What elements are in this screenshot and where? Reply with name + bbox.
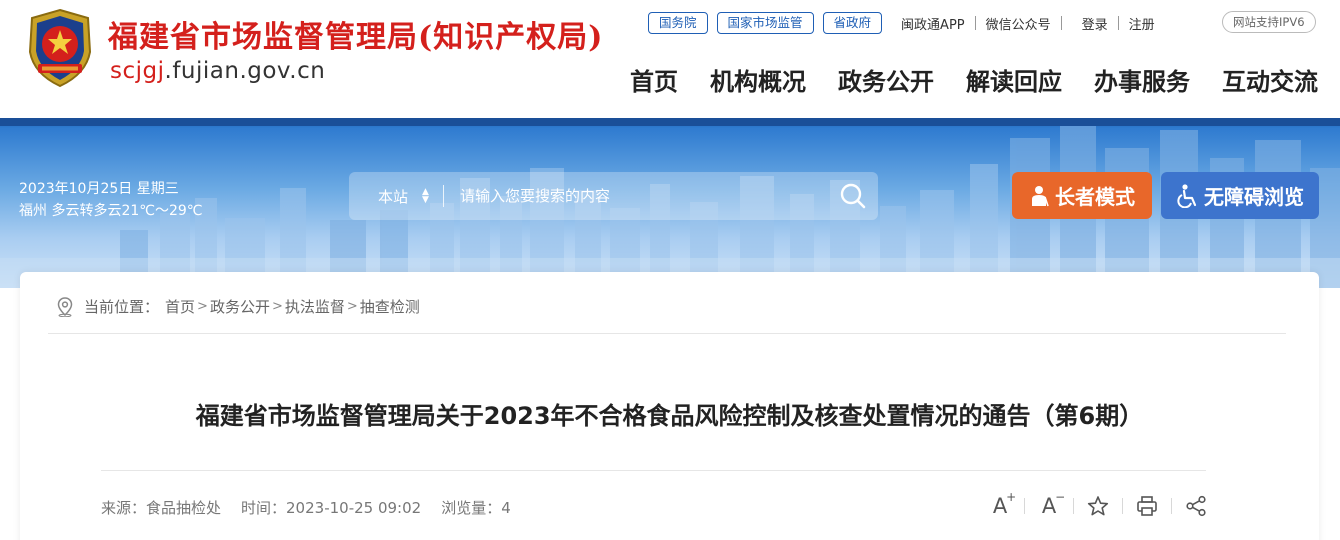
banner: 2023年10月25日 星期三 福州 多云转多云21℃～29℃ 本站 ▲▼ 长者…	[0, 118, 1340, 288]
article-title: 福建省市场监督管理局关于2023年不合格食品风险控制及核查处置情况的通告（第6期…	[195, 402, 1144, 430]
favorite-button[interactable]	[1086, 494, 1110, 518]
elder-person-icon	[1032, 185, 1049, 206]
link-samr[interactable]: 国家市场监管	[716, 12, 814, 34]
font-decrease-button[interactable]: A −	[1037, 490, 1065, 518]
print-button[interactable]	[1135, 494, 1159, 518]
breadcrumb-separator: >	[271, 299, 283, 314]
nav-interpretation[interactable]: 解读回应	[966, 62, 1062, 97]
divider	[48, 333, 1286, 334]
link-wechat[interactable]: 微信公众号	[986, 14, 1051, 33]
content-card: 当前位置： 首页 > 政务公开 > 执法监督 > 抽查检测 福建省市场监督管理局…	[20, 272, 1319, 540]
divider	[1073, 498, 1074, 514]
font-decrease-letter: A	[1041, 494, 1057, 518]
divider	[1117, 16, 1119, 30]
police-emblem-icon[interactable]	[24, 8, 96, 88]
search-button[interactable]	[828, 172, 878, 220]
search-box: 本站 ▲ ▼	[349, 172, 878, 220]
breadcrumb-sampling-inspection[interactable]: 抽查检测	[360, 296, 420, 317]
breadcrumb-home[interactable]: 首页	[165, 296, 195, 317]
weather-info: 福州 多云转多云21℃～29℃	[19, 203, 203, 219]
article-tools: A + A −	[988, 490, 1208, 518]
article-views: 浏览量：4	[441, 499, 511, 517]
divider	[974, 16, 976, 30]
share-icon	[1186, 495, 1206, 517]
nav-interaction[interactable]: 互动交流	[1222, 62, 1318, 97]
breadcrumb-separator: >	[197, 299, 208, 314]
ipv6-badge: 网站支持IPV6	[1222, 11, 1316, 33]
breadcrumb-separator: >	[346, 299, 358, 314]
search-scope-select[interactable]: 本站 ▲ ▼	[378, 186, 429, 207]
site-header: 福建省市场监督管理局(知识产权局) scjgj.fujian.gov.cn 国务…	[0, 0, 1340, 118]
divider	[101, 470, 1206, 471]
search-icon	[840, 183, 866, 209]
wheelchair-icon	[1177, 183, 1197, 208]
nav-home[interactable]: 首页	[630, 62, 678, 97]
elder-mode-label: 长者模式	[1055, 185, 1135, 209]
current-date: 2023年10月25日 星期三	[19, 181, 179, 197]
domain-prefix: scjgj	[110, 58, 165, 84]
location-pin-icon	[57, 296, 73, 317]
site-title[interactable]: 福建省市场监督管理局(知识产权局)	[108, 12, 603, 56]
accessible-browse-button[interactable]: 无障碍浏览	[1161, 172, 1319, 219]
link-provincial-gov[interactable]: 省政府	[822, 12, 883, 34]
search-input[interactable]	[459, 187, 828, 205]
search-scope-label: 本站	[378, 187, 409, 206]
divider	[1024, 498, 1025, 514]
nav-organization[interactable]: 机构概况	[710, 62, 806, 97]
domain-rest: .fujian.gov.cn	[164, 58, 326, 84]
link-mzt-app[interactable]: 闽政通APP	[901, 14, 965, 33]
register-link[interactable]: 注册	[1129, 14, 1155, 33]
login-link[interactable]: 登录	[1082, 14, 1108, 33]
font-decrease-icon: A −	[1041, 490, 1065, 518]
date-weather: 2023年10月25日 星期三 福州 多云转多云21℃～29℃	[19, 178, 203, 222]
scope-sort-arrows-icon: ▲ ▼	[422, 187, 429, 205]
nav-government-affairs[interactable]: 政务公开	[838, 62, 934, 97]
article-meta: 来源：食品抽检处 时间：2023-10-25 09:02 浏览量：4	[101, 497, 531, 518]
breadcrumb-law-enforcement[interactable]: 执法监督	[285, 296, 345, 317]
star-icon	[1087, 496, 1109, 516]
print-icon	[1137, 496, 1157, 516]
share-button[interactable]	[1184, 494, 1208, 518]
divider	[1060, 16, 1062, 30]
article-time: 时间：2023-10-25 09:02	[241, 499, 422, 517]
accessible-browse-label: 无障碍浏览	[1204, 185, 1304, 209]
font-increase-button[interactable]: A +	[988, 490, 1016, 518]
breadcrumb-government-affairs[interactable]: 政务公开	[210, 296, 270, 317]
font-increase-sign: +	[1006, 490, 1017, 504]
nav-services[interactable]: 办事服务	[1094, 62, 1190, 97]
divider	[442, 185, 444, 207]
font-decrease-sign: −	[1055, 490, 1066, 504]
breadcrumb: 当前位置： 首页 > 政务公开 > 执法监督 > 抽查检测	[56, 296, 420, 317]
divider	[1122, 498, 1123, 514]
link-state-council[interactable]: 国务院	[648, 12, 708, 34]
top-links-bar: 国务院 国家市场监管 省政府 闽政通APP 微信公众号 登录 注册	[648, 11, 1165, 35]
font-increase-icon: A +	[992, 490, 1016, 518]
elder-mode-button[interactable]: 长者模式	[1012, 172, 1152, 219]
breadcrumb-prefix: 当前位置：	[84, 298, 160, 316]
site-domain: scjgj.fujian.gov.cn	[110, 58, 325, 84]
divider	[1171, 498, 1172, 514]
font-increase-letter: A	[992, 494, 1008, 518]
article-source: 来源：食品抽检处	[101, 499, 222, 517]
main-nav: 首页 机构概况 政务公开 解读回应 办事服务 互动交流	[630, 62, 1318, 97]
